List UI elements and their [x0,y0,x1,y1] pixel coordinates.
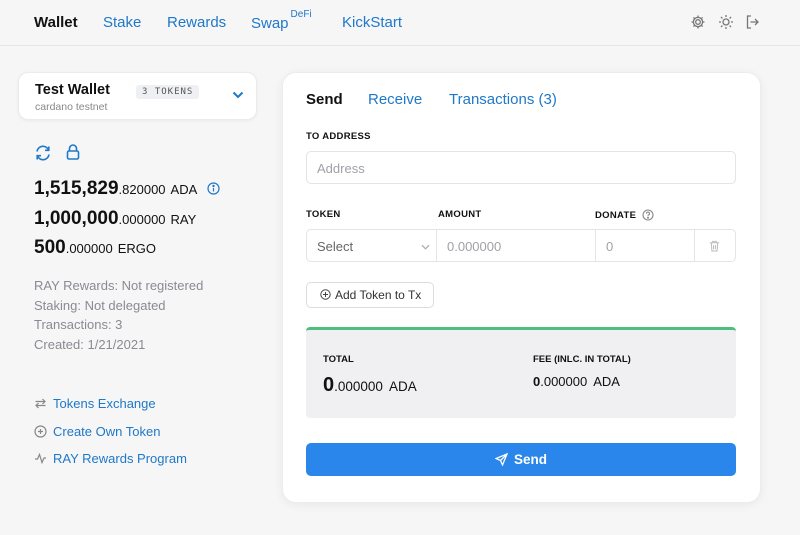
ray-rewards-status: RAY Rewards: Not registered [34,278,204,293]
donate-label-text: DONATE [595,210,637,221]
total-value: 0.000000 ADA [323,374,417,397]
help-icon[interactable] [642,209,654,221]
balance-dec: .000000 [118,212,166,227]
total-int: 0 [323,374,335,396]
amount-input[interactable]: 0.000000 [437,229,596,262]
send-icon [494,452,509,467]
address-input[interactable]: Address [306,151,736,184]
send-button-label: Send [513,452,547,467]
sun-icon[interactable] [718,14,734,30]
donate-input[interactable]: 0 [596,229,695,262]
activity-icon [35,452,46,465]
tab-receive[interactable]: Receive [368,91,422,108]
balance-currency: ERGO [117,241,156,256]
send-button[interactable]: Send [306,443,736,476]
balance-int: 1,000,000 [34,208,119,229]
staking-status: Staking: Not delegated [34,298,166,313]
created-date: Created: 1/21/2021 [34,337,146,352]
balance-dec: .000000 [65,241,113,256]
total-currency: ADA [388,379,417,394]
info-icon[interactable] [207,182,220,195]
nav-swap-label: Swap [251,15,289,32]
delete-token-button[interactable] [695,229,736,262]
ray-rewards-program-link[interactable]: RAY Rewards Program [34,451,187,466]
nav-swap[interactable]: SwapDeFi [251,9,312,32]
tab-send[interactable]: Send [306,91,343,108]
chevron-down-icon [421,244,430,250]
fee-currency: ADA [593,374,620,389]
token-select[interactable]: Select [306,229,437,262]
tokens-count-badge: 3 TOKENS [136,85,200,99]
logout-icon[interactable] [745,14,761,30]
to-address-label: TO ADDRESS [306,131,371,142]
nav-kickstart[interactable]: KickStart [342,14,402,31]
balance-currency: RAY [170,212,197,227]
nav-rewards[interactable]: Rewards [167,14,226,31]
amount-label: AMOUNT [438,209,482,220]
ray-rewards-program-label: RAY Rewards Program [53,451,187,466]
plus-circle-icon [34,425,47,438]
add-token-button[interactable]: Add Token to Tx [306,282,434,308]
token-label: TOKEN [306,209,341,220]
token-select-value: Select [317,239,354,254]
nav-wallet[interactable]: Wallet [34,14,78,31]
balance-int: 500 [34,237,66,258]
settings-icon[interactable] [690,14,706,30]
tab-transactions[interactable]: Transactions (3) [449,91,557,108]
tokens-exchange-label: Tokens Exchange [53,396,156,411]
wallet-network: cardano testnet [35,101,108,113]
balance-ergo: 500.000000 ERGO [34,237,156,259]
create-token-link[interactable]: Create Own Token [34,424,160,439]
donate-label: DONATE [595,209,654,221]
balance-ray: 1,000,000.000000 RAY [34,208,196,230]
wallet-name: Test Wallet [35,82,110,98]
send-panel: Send Receive Transactions (3) TO ADDRESS… [282,72,761,503]
fee-label: FEE (INLC. IN TOTAL) [533,354,631,365]
exchange-icon [35,398,46,409]
add-token-label: Add Token to Tx [335,288,422,302]
balance-int: 1,515,829 [34,178,119,199]
plus-circle-icon [320,289,331,300]
balance-dec: .820000 [118,182,166,197]
balance-ada: 1,515,829.820000 ADA [34,178,220,200]
trash-icon [709,240,720,252]
top-nav: Wallet Stake Rewards SwapDeFi KickStart [0,0,800,46]
chevron-down-icon [232,91,244,99]
fee-value: 0.000000 ADA [533,373,620,391]
lock-icon[interactable] [64,143,82,161]
tokens-exchange-link[interactable]: Tokens Exchange [34,396,156,411]
wallet-selector[interactable]: Test Wallet 3 TOKENS cardano testnet [18,72,257,120]
total-dec: .000000 [334,379,383,394]
refresh-icon[interactable] [34,144,52,162]
balance-currency: ADA [170,182,198,197]
defi-badge: DeFi [290,9,312,20]
fee-dec: .000000 [540,374,588,389]
transactions-count: Transactions: 3 [34,317,123,332]
total-label: TOTAL [323,354,354,365]
nav-stake[interactable]: Stake [103,14,141,31]
summary-box: TOTAL 0.000000 ADA FEE (INLC. IN TOTAL) 0… [306,327,736,418]
create-token-label: Create Own Token [53,424,161,439]
